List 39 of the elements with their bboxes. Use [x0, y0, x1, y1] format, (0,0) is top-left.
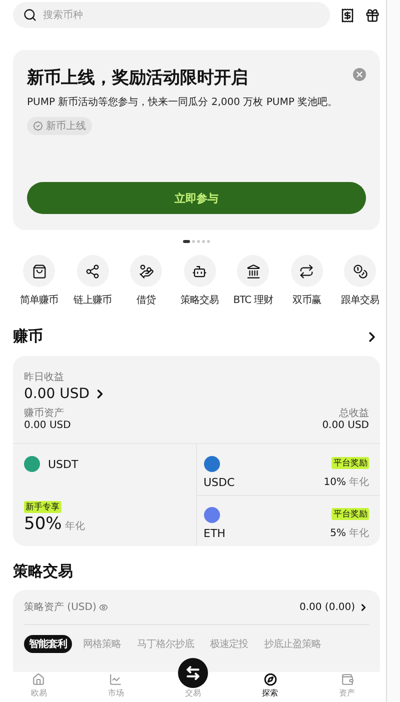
shortcut-label[interactable]: 双币赢 [292, 293, 321, 307]
apr-unit: 年化 [349, 528, 369, 539]
strategy-assets-value: 0.00 (0.00) [299, 602, 355, 612]
promo-tag: 新币上线 [27, 117, 92, 135]
section-title: 策略交易 [13, 562, 73, 581]
assets-value: 0.00 USD [24, 420, 71, 431]
strategy-assets-label: 策略资产 (USD) [24, 600, 108, 614]
coin-tile[interactable]: ETH 平台奖励 5% 年化 [196, 494, 380, 546]
coin-name: USDC [204, 476, 235, 488]
join-button[interactable]: 立即参与 [27, 182, 366, 214]
promo-badge: 平台奖励 [332, 456, 369, 468]
coin-tile[interactable]: USDC 平台奖励 10% 年化 [196, 444, 380, 494]
shortcut-label[interactable]: 简单赚币 [20, 293, 58, 307]
coin-name: USDT [48, 458, 78, 470]
shortcut-label[interactable]: 链上赚币 [74, 293, 112, 307]
apr-unit: 年化 [349, 476, 369, 488]
nav-label[interactable]: 探索 [262, 687, 278, 699]
shortcut-label[interactable]: 借贷 [136, 293, 156, 307]
assets-label: 赚币资产 [24, 406, 64, 420]
apr-value: 5% [330, 528, 346, 539]
coin-name: ETH [204, 527, 226, 540]
shortcut-label[interactable]: 跟单交易 [341, 293, 379, 307]
apr-value: 50% [24, 514, 62, 534]
yesterday-value: 0.00 USD [24, 386, 90, 402]
total-value: 0.00 USD [322, 420, 369, 431]
section-title: 赚币 [13, 327, 43, 346]
search-placeholder: 搜索币种 [43, 8, 83, 22]
promo-text: PUMP 新币活动等您参与，快来一同瓜分 2,000 万枚 PUMP 奖池吧。 [27, 96, 339, 109]
shortcut-label[interactable]: BTC 理财 [233, 293, 273, 307]
promo-badge: 平台奖励 [332, 508, 369, 520]
apr-unit: 年化 [64, 521, 85, 532]
total-label: 总收益 [339, 406, 369, 420]
promo-title: 新币上线，奖励活动限时开启 [27, 67, 249, 89]
yesterday-label: 昨日收益 [24, 371, 64, 384]
shortcut-label[interactable]: 策略交易 [180, 293, 218, 307]
strategy-tab[interactable]: 智能套利 [24, 635, 72, 653]
promo-badge: 新手专享 [24, 501, 62, 513]
coin-tile[interactable]: USDT 新手专享 50% 年化 [13, 444, 196, 546]
apr-value: 10% [324, 476, 346, 488]
